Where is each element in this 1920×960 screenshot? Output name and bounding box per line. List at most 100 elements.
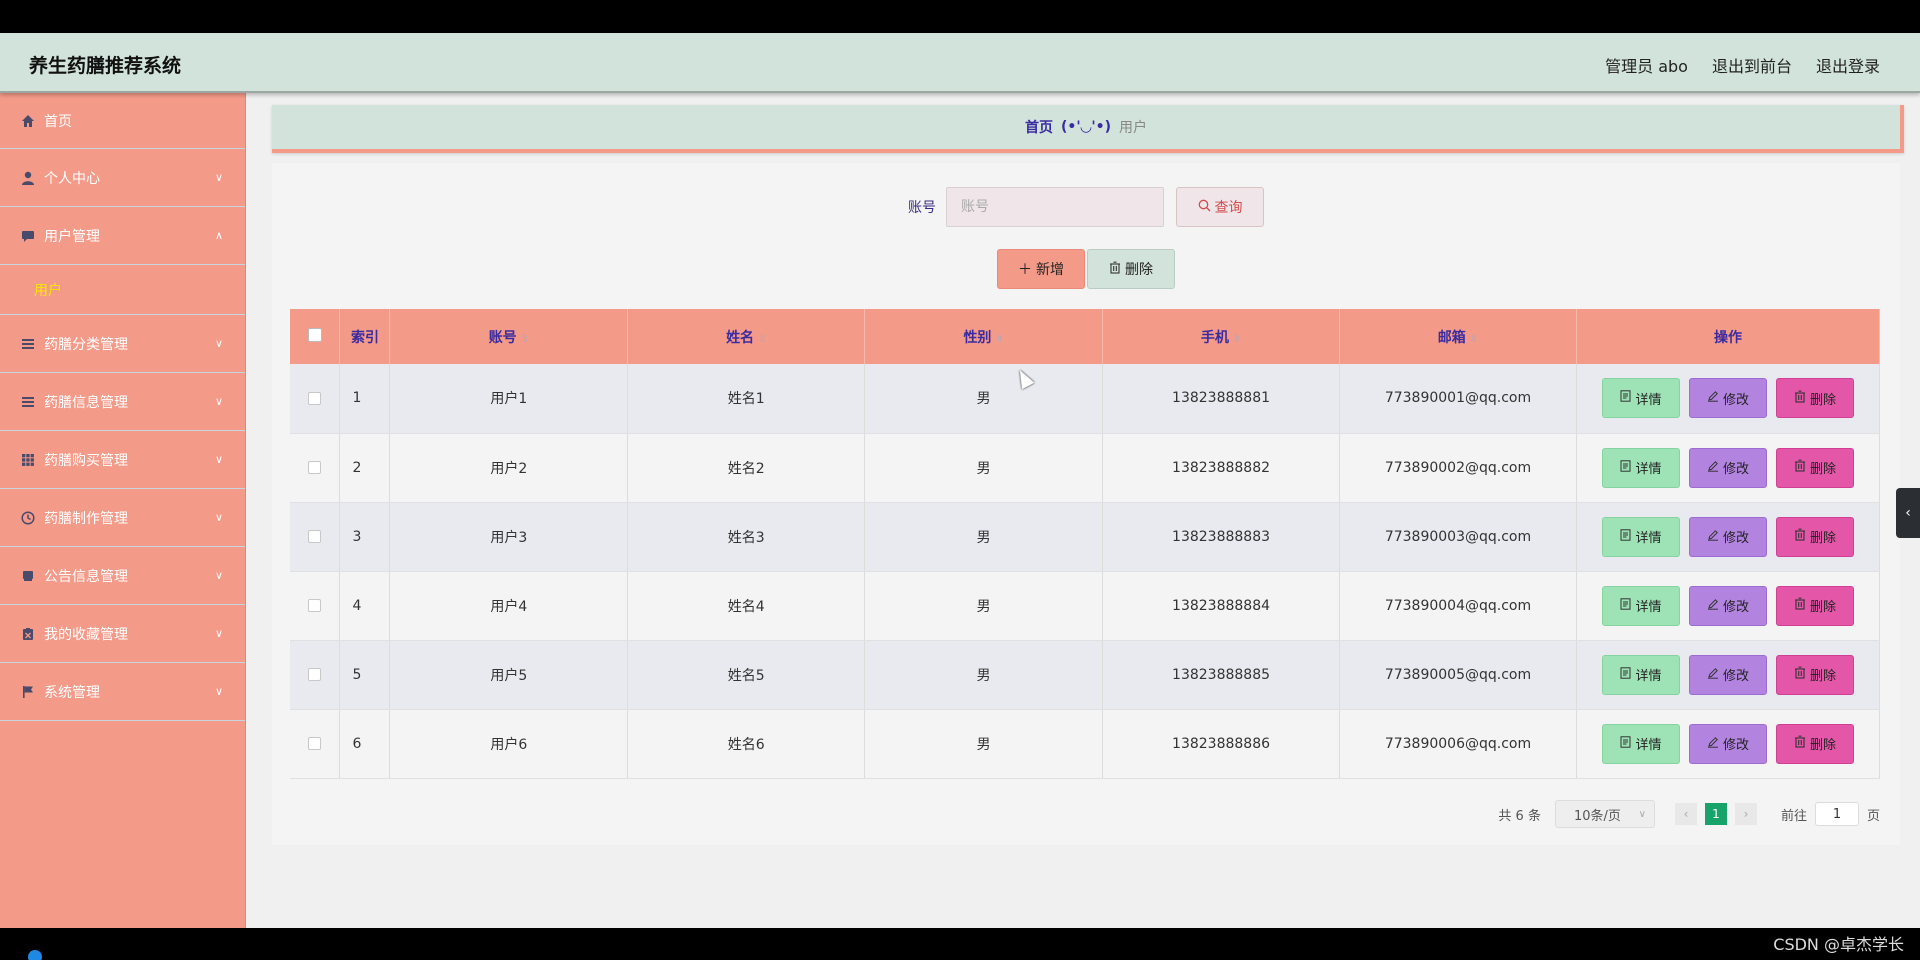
delete-button-label: 删除 [1809,462,1836,477]
delete-button[interactable]: 删除 [1775,585,1854,626]
cell-gender: 男 [864,571,1104,641]
to-front-link[interactable]: 退出到前台 [1712,53,1792,77]
row-checkbox[interactable] [308,737,322,750]
document-icon [1620,666,1631,683]
table-row: 3 用户3 姓名3 男 13823888883 773890003@qq.com… [290,502,1881,572]
batch-delete-button[interactable]: 删除 [1087,249,1175,289]
cell-phone: 13823888885 [1102,640,1340,710]
sidebar-item-home[interactable]: 首页 [0,93,245,149]
chevron-down-icon: ∨ [214,569,223,582]
cell-name: 姓名4 [627,571,866,641]
user-table: 索引 账号 ⇳ 姓名 ⇳ 性别 ⇳ 手机 ⇳ 邮箱 ⇳ 操作 1 用户1 姓名1 男 13… [290,309,1881,779]
sidebar-item-production-management[interactable]: 药膳制作管理 ∨ [0,489,245,547]
row-select-cell [290,502,341,572]
header-account[interactable]: 账号 ⇳ [389,309,629,364]
header-gender[interactable]: 性别 ⇳ [864,309,1104,364]
trash-icon [1794,528,1806,545]
header-name[interactable]: 姓名 ⇳ [627,309,866,364]
sidebar-item-purchase-management[interactable]: 药膳购买管理 ∨ [0,431,245,489]
cell-operations: 详情 修改 删除 [1576,502,1881,572]
sidebar-item-label: 我的收藏管理 [44,626,128,643]
next-page-button[interactable]: › [1734,803,1757,825]
cell-operations: 详情 修改 删除 [1576,640,1881,710]
page-number-current[interactable]: 1 [1704,803,1727,825]
sidebar-item-favorites-management[interactable]: 我的收藏管理 ∨ [0,605,245,663]
cell-index: 1 [339,364,391,434]
edit-button[interactable]: 修改 [1688,654,1767,695]
delete-button[interactable]: 删除 [1775,378,1854,419]
edit-button[interactable]: 修改 [1688,447,1767,488]
chevron-down-icon: ∨ [214,171,223,184]
detail-button[interactable]: 详情 [1601,723,1680,764]
row-checkbox[interactable] [308,461,322,474]
row-checkbox[interactable] [308,668,322,681]
sidebar-item-label: 用户管理 [44,228,100,245]
add-button[interactable]: ＋ 新增 [997,249,1085,289]
breadcrumb-home[interactable]: 首页 [1025,117,1053,137]
detail-button[interactable]: 详情 [1601,447,1680,488]
chevron-down-icon: ∨ [214,395,223,408]
plus-icon: ＋ [1018,262,1032,278]
sidebar-item-user-management[interactable]: 用户管理 ∧ [0,207,245,265]
content-panel: 账号 查询 ＋ 新增 删除 [272,163,1900,845]
action-row: ＋ 新增 删除 [272,249,1900,289]
sort-icon[interactable]: ⇳ [1233,334,1241,345]
cell-operations: 详情 修改 删除 [1576,571,1881,641]
sidebar-item-category-management[interactable]: 药膳分类管理 ∨ [0,315,245,373]
detail-button[interactable]: 详情 [1601,654,1680,695]
cell-phone: 13823888883 [1102,502,1340,572]
row-checkbox[interactable] [308,391,322,405]
collapse-panel-toggle[interactable]: ‹ [1896,488,1920,538]
edit-button[interactable]: 修改 [1688,585,1767,626]
detail-button[interactable]: 详情 [1601,585,1680,626]
header-index: 索引 [339,309,391,364]
detail-button[interactable]: 详情 [1601,516,1680,557]
chevron-down-icon: ∨ [214,685,223,698]
edit-button[interactable]: 修改 [1688,516,1767,557]
sidebar-item-system-management[interactable]: 系统管理 ∨ [0,663,245,721]
header-phone[interactable]: 手机 ⇳ [1102,309,1340,364]
watermark: CSDN @卓杰学长 [1773,935,1904,954]
select-all-checkbox[interactable] [307,327,322,342]
clock-icon [20,510,36,526]
sidebar-item-notice-management[interactable]: 公告信息管理 ∨ [0,547,245,605]
goto-page-input[interactable] [1814,802,1859,826]
header-email[interactable]: 邮箱 ⇳ [1339,309,1577,364]
cell-index: 3 [339,502,391,572]
sidebar-subitem-user[interactable]: 用户 [0,265,245,315]
cell-account: 用户5 [389,640,629,710]
logout-link[interactable]: 退出登录 [1816,53,1880,77]
detail-button[interactable]: 详情 [1601,378,1680,419]
edit-button-label: 修改 [1722,669,1749,684]
sidebar-item-personal-center[interactable]: 个人中心 ∨ [0,149,245,207]
cell-index: 6 [339,709,391,779]
cell-index: 2 [339,433,391,503]
delete-button[interactable]: 删除 [1775,516,1854,557]
row-checkbox[interactable] [308,599,322,612]
cell-gender: 男 [864,502,1104,572]
row-select-cell [290,640,341,710]
sort-icon[interactable]: ⇳ [995,334,1003,345]
page-size-select[interactable]: 10条/页 ∨ [1554,800,1655,828]
table-row: 5 用户5 姓名5 男 13823888885 773890005@qq.com… [290,640,1881,710]
row-actions: 详情 修改 删除 [1577,723,1879,764]
app-title: 养生药膳推荐系统 [29,55,182,77]
row-actions: 详情 修改 删除 [1577,654,1879,695]
cell-gender: 男 [864,640,1104,710]
delete-button[interactable]: 删除 [1775,447,1854,488]
delete-button[interactable]: 删除 [1775,723,1854,764]
edit-button[interactable]: 修改 [1688,723,1767,764]
sidebar-item-info-management[interactable]: 药膳信息管理 ∨ [0,373,245,431]
row-checkbox[interactable] [308,530,322,543]
account-search-input[interactable] [946,187,1164,227]
sort-icon[interactable]: ⇳ [1470,334,1478,345]
edit-button[interactable]: 修改 [1688,378,1767,419]
delete-button[interactable]: 删除 [1775,654,1854,695]
sort-icon[interactable]: ⇳ [758,334,766,345]
edit-button-label: 修改 [1722,738,1749,753]
pager-total: 共 6 条 [1498,808,1541,824]
prev-page-button[interactable]: ‹ [1674,803,1697,825]
sort-icon[interactable]: ⇳ [521,334,529,345]
breadcrumb-current: 用户 [1119,120,1148,136]
search-button[interactable]: 查询 [1176,187,1264,227]
